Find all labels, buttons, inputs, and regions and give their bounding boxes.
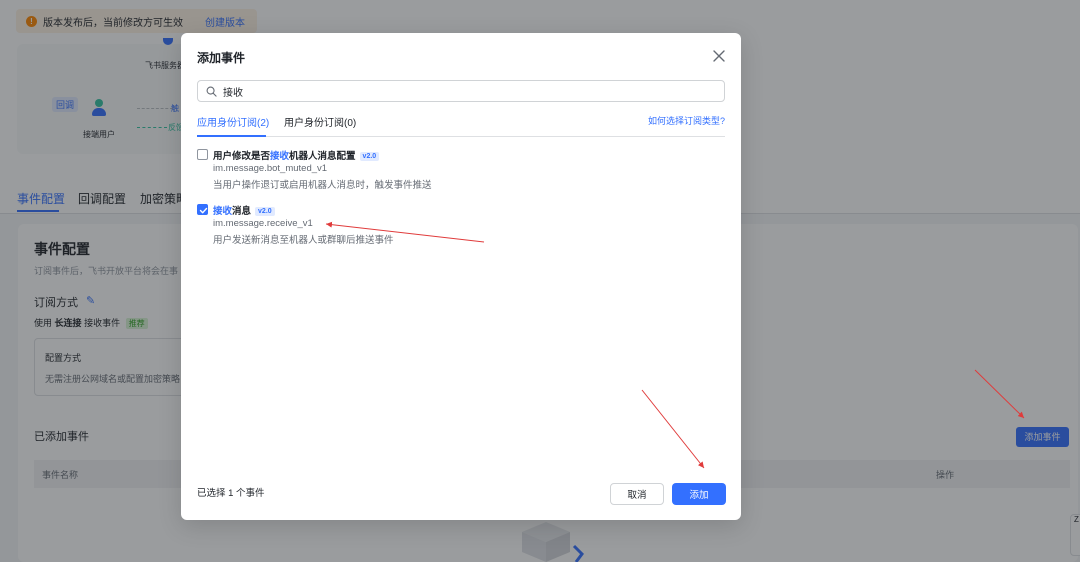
- search-icon: [206, 86, 217, 97]
- selected-count: 已选择 1 个事件: [197, 488, 265, 499]
- event-title: 用户修改是否接收机器人消息配置 v2.0: [213, 148, 380, 162]
- event-desc: 当用户操作退订或启用机器人消息时，触发事件推送: [213, 180, 432, 191]
- tab-user-identity[interactable]: 用户身份订阅(0): [284, 114, 356, 129]
- event-title-text: 机器人消息配置: [289, 151, 356, 162]
- tab-app-identity[interactable]: 应用身份订阅(2): [197, 114, 269, 129]
- event-key: im.message.bot_muted_v1: [213, 163, 328, 174]
- check-icon: [199, 207, 208, 214]
- event-checkbox[interactable]: [197, 204, 208, 215]
- search-box: [197, 80, 725, 102]
- event-title-text: 消息: [232, 206, 252, 217]
- event-title: 接收消息 v2.0: [213, 203, 275, 217]
- confirm-add-button[interactable]: 添加: [672, 483, 726, 505]
- subscription-help-link[interactable]: 如何选择订阅类型?: [648, 114, 725, 127]
- subscription-tabs: 应用身份订阅(2) 用户身份订阅(0) 如何选择订阅类型?: [197, 112, 725, 137]
- event-desc: 用户发送新消息至机器人或群聊后推送事件: [213, 235, 394, 246]
- close-icon[interactable]: [711, 48, 727, 64]
- active-tab-underline: [197, 135, 266, 137]
- add-event-dialog: 添加事件 应用身份订阅(2) 用户身份订阅(0) 如何选择订阅类型? 用户修改是…: [181, 33, 741, 520]
- event-key: im.message.receive_v1: [213, 218, 313, 229]
- version-badge: v2.0: [255, 207, 275, 216]
- version-badge: v2.0: [359, 152, 380, 161]
- cancel-button[interactable]: 取消: [610, 483, 664, 505]
- dialog-title: 添加事件: [197, 51, 246, 65]
- event-checkbox[interactable]: [197, 149, 208, 160]
- event-title-text: 用户修改是否: [213, 151, 271, 162]
- event-title-highlight: 接收: [213, 206, 233, 217]
- event-title-highlight: 接收: [270, 151, 290, 162]
- search-input[interactable]: [223, 85, 716, 97]
